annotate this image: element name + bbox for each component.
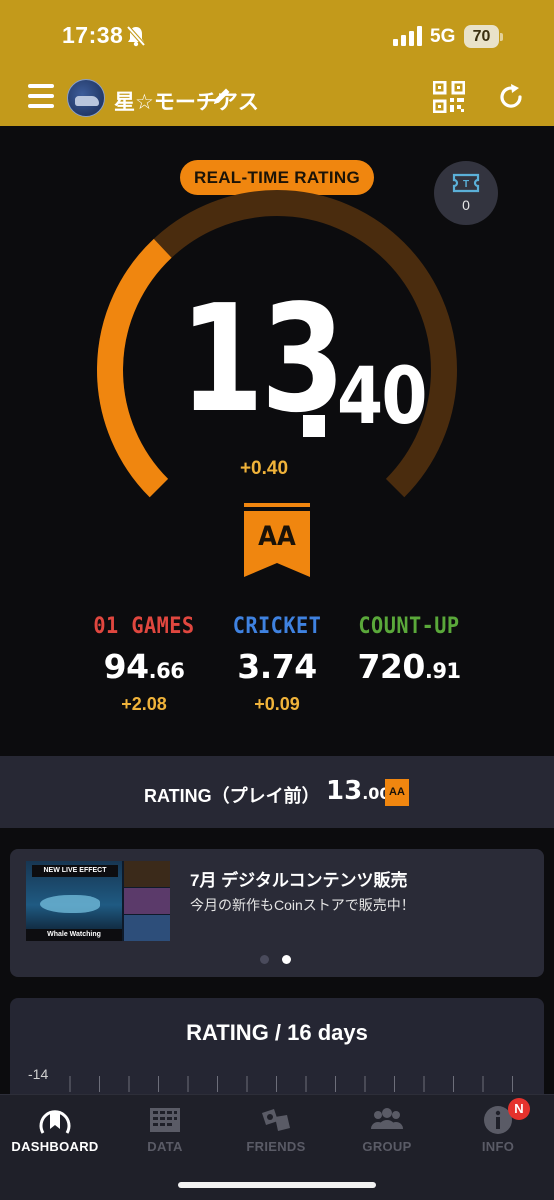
rank-text: AA	[258, 521, 296, 552]
qr-code-icon[interactable]	[433, 81, 465, 113]
category-value: 94.66	[103, 647, 185, 686]
info-notification-badge: N	[508, 1098, 530, 1120]
category-value: 720.91	[357, 647, 461, 686]
rating-decimal: 40	[337, 352, 428, 442]
pre-play-rating-bar: RATING（プレイ前） 13.00 AA	[0, 756, 554, 828]
carousel-dots	[260, 955, 300, 965]
category-delta: +2.08	[121, 694, 167, 714]
nav-label: FRIENDS	[246, 1139, 306, 1154]
nav-info[interactable]: INFO	[443, 1095, 553, 1165]
banner-thumbnail: NEW LIVE EFFECT Whale Watching	[26, 861, 170, 941]
battery-indicator: 70	[464, 25, 504, 48]
app-header: 17:38 5G 70 星☆モーチアス	[0, 0, 554, 126]
category-value: 3.74	[237, 647, 317, 686]
nav-label: GROUP	[362, 1139, 412, 1154]
chart-title: RATING / 16 days	[186, 1020, 368, 1045]
category-label: CRICKET	[232, 614, 322, 639]
bell-off-icon	[126, 25, 146, 47]
banner-subtitle: 今月の新作もCoinストアで販売中！	[190, 897, 415, 913]
nav-label: DASHBOARD	[11, 1139, 99, 1154]
rating-delta: +0.40	[239, 458, 289, 479]
nav-label: DATA	[147, 1139, 183, 1154]
rating-decimal-point	[303, 415, 325, 437]
group-icon	[371, 1108, 403, 1129]
battery-tip	[500, 33, 503, 41]
nav-label: INFO	[481, 1139, 515, 1154]
category-cricket[interactable]: CRICKET 3.74 +0.09	[202, 614, 352, 715]
menu-button[interactable]	[28, 84, 54, 108]
thumb-subtitle: Whale Watching	[26, 929, 122, 941]
edit-pencil-icon[interactable]	[212, 86, 232, 106]
friends-icon	[262, 1109, 290, 1131]
pre-play-rank-badge: AA	[385, 779, 409, 806]
whale-image	[40, 895, 100, 913]
username: 星☆モーチアス	[114, 91, 259, 114]
chart-axis-tick: -14	[28, 1066, 49, 1082]
avatar[interactable]	[67, 79, 105, 117]
dashboard-icon	[39, 1110, 71, 1134]
category-count-up[interactable]: COUNT-UP 720.91	[334, 614, 484, 694]
carousel-dot[interactable]	[260, 955, 269, 964]
signal-icon	[393, 26, 422, 46]
banner-title: 7月 デジタルコンテンツ販売	[190, 871, 408, 890]
data-icon	[150, 1108, 180, 1132]
category-label: COUNT-UP	[358, 614, 460, 639]
nav-dashboard[interactable]: DASHBOARD	[0, 1095, 110, 1165]
pre-play-label: RATING（プレイ前）	[144, 786, 320, 806]
category-ratings: 01 GAMES 94.66 +2.08 CRICKET 3.74 +0.09 …	[0, 614, 554, 724]
nav-friends[interactable]: FRIENDS	[221, 1095, 331, 1165]
rank-badge: AA	[244, 503, 310, 577]
category-label: 01 GAMES	[93, 614, 195, 639]
category-01-games[interactable]: 01 GAMES 94.66 +2.08	[69, 614, 219, 715]
nav-group[interactable]: GROUP	[332, 1095, 442, 1165]
promo-banner[interactable]: NEW LIVE EFFECT Whale Watching 7月 デジタルコン…	[10, 849, 544, 977]
rating-integer: 13	[179, 273, 346, 445]
nav-data[interactable]: DATA	[110, 1095, 220, 1165]
network-type: 5G	[430, 26, 456, 47]
carousel-dot[interactable]	[282, 955, 291, 964]
category-delta: +0.09	[254, 694, 300, 714]
gauge-fill	[97, 238, 172, 498]
chart-x-ticks	[69, 1076, 513, 1092]
refresh-icon[interactable]	[496, 82, 526, 112]
home-indicator	[178, 1182, 376, 1188]
thumb-title: NEW LIVE EFFECT	[32, 865, 118, 877]
pre-play-value: 13.00	[326, 776, 391, 806]
status-time: 17:38	[62, 22, 124, 48]
battery-level: 70	[464, 25, 499, 48]
